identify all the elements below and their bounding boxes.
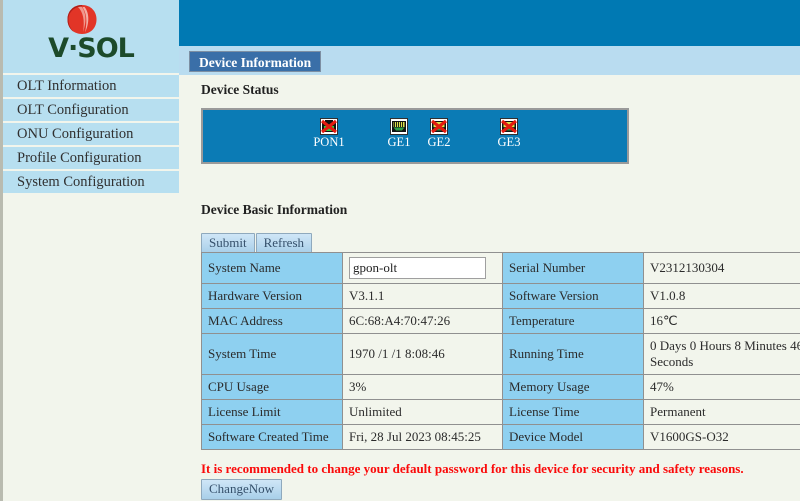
table-row: MAC Address 6C:68:A4:70:47:26 Temperatur… bbox=[201, 308, 800, 334]
row-label-license-limit: License Limit bbox=[201, 399, 343, 425]
row-value-running-time: 0 Days 0 Hours 8 Minutes 46 Seconds bbox=[643, 333, 800, 375]
row-label-system-name: System Name bbox=[201, 252, 343, 284]
row-value-software-version: V1.0.8 bbox=[643, 283, 800, 309]
header-band bbox=[179, 0, 800, 46]
row-value-memory-usage: 47% bbox=[643, 374, 800, 400]
device-basic-information-table: System Name Serial Number V2312130304 Ha… bbox=[201, 252, 800, 450]
brand-logo: V·SOL bbox=[3, 0, 179, 73]
main-content: Device Status PON1 GE1 GE2 GE3 Device Ba… bbox=[179, 75, 800, 501]
row-label-license-time: License Time bbox=[502, 399, 644, 425]
table-row: Software Created Time Fri, 28 Jul 2023 0… bbox=[201, 424, 800, 450]
pon-port-down-icon bbox=[320, 118, 338, 135]
row-value-cpu-usage: 3% bbox=[342, 374, 503, 400]
table-row: Hardware Version V3.1.1 Software Version… bbox=[201, 283, 800, 309]
port-pon1-label: PON1 bbox=[313, 135, 345, 149]
sidebar-item-onu-configuration[interactable]: ONU Configuration bbox=[3, 123, 179, 145]
ethernet-port-down-icon bbox=[430, 118, 448, 135]
row-label-mac-address: MAC Address bbox=[201, 308, 343, 334]
port-pon1[interactable]: PON1 bbox=[307, 118, 351, 149]
row-label-running-time: Running Time bbox=[502, 333, 644, 375]
row-label-serial-number: Serial Number bbox=[502, 252, 644, 284]
device-basic-information-heading: Device Basic Information bbox=[201, 202, 348, 217]
ethernet-port-down-icon bbox=[500, 118, 518, 135]
sidebar: V·SOL OLT Information OLT Configuration … bbox=[0, 0, 179, 501]
change-now-button[interactable]: ChangeNow bbox=[201, 479, 282, 500]
sidebar-item-system-configuration[interactable]: System Configuration bbox=[3, 171, 179, 193]
row-value-temperature: 16℃ bbox=[643, 308, 800, 334]
vsol-sphere-logo-icon bbox=[67, 5, 97, 34]
port-ge1[interactable]: GE1 bbox=[377, 118, 421, 149]
port-ge2-label: GE2 bbox=[427, 135, 451, 149]
tab-device-information[interactable]: Device Information bbox=[189, 51, 322, 72]
port-ge3-label: GE3 bbox=[497, 135, 521, 149]
table-row: System Time 1970 /1 /1 8:08:46 Running T… bbox=[201, 333, 800, 375]
row-value-system-name bbox=[342, 252, 503, 284]
row-value-software-created-time: Fri, 28 Jul 2023 08:45:25 bbox=[342, 424, 503, 450]
port-ge2[interactable]: GE2 bbox=[417, 118, 461, 149]
device-status-panel: PON1 GE1 GE2 GE3 bbox=[201, 108, 629, 164]
system-name-input[interactable] bbox=[349, 257, 486, 279]
submit-button[interactable]: Submit bbox=[201, 233, 255, 254]
sidebar-item-profile-configuration[interactable]: Profile Configuration bbox=[3, 147, 179, 169]
row-label-device-model: Device Model bbox=[502, 424, 644, 450]
row-value-system-time: 1970 /1 /1 8:08:46 bbox=[342, 333, 503, 375]
row-value-serial-number: V2312130304 bbox=[643, 252, 800, 284]
row-value-hardware-version: V3.1.1 bbox=[342, 283, 503, 309]
row-label-software-version: Software Version bbox=[502, 283, 644, 309]
table-row: CPU Usage 3% Memory Usage 47% bbox=[201, 374, 800, 400]
port-ge3[interactable]: GE3 bbox=[487, 118, 531, 149]
row-value-device-model: V1600GS-O32 bbox=[643, 424, 800, 450]
table-row: System Name Serial Number V2312130304 bbox=[201, 252, 800, 284]
refresh-button[interactable]: Refresh bbox=[255, 233, 313, 254]
row-label-temperature: Temperature bbox=[502, 308, 644, 334]
row-value-license-limit: Unlimited bbox=[342, 399, 503, 425]
row-label-hardware-version: Hardware Version bbox=[201, 283, 343, 309]
brand-logo-text: V·SOL bbox=[48, 33, 135, 64]
row-value-license-time: Permanent bbox=[643, 399, 800, 425]
tab-bar: Device Information bbox=[179, 46, 800, 75]
sidebar-item-olt-configuration[interactable]: OLT Configuration bbox=[3, 99, 179, 121]
sidebar-item-olt-information[interactable]: OLT Information bbox=[3, 75, 179, 97]
row-label-system-time: System Time bbox=[201, 333, 343, 375]
form-button-row: Submit Refresh bbox=[201, 233, 313, 254]
password-warning-text: It is recommended to change your default… bbox=[201, 461, 744, 476]
row-value-mac-address: 6C:68:A4:70:47:26 bbox=[342, 308, 503, 334]
row-label-memory-usage: Memory Usage bbox=[502, 374, 644, 400]
port-ge1-label: GE1 bbox=[387, 135, 411, 149]
device-status-heading: Device Status bbox=[201, 82, 279, 97]
row-label-cpu-usage: CPU Usage bbox=[201, 374, 343, 400]
ethernet-port-up-icon bbox=[390, 118, 408, 135]
table-row: License Limit Unlimited License Time Per… bbox=[201, 399, 800, 425]
row-label-software-created-time: Software Created Time bbox=[201, 424, 343, 450]
